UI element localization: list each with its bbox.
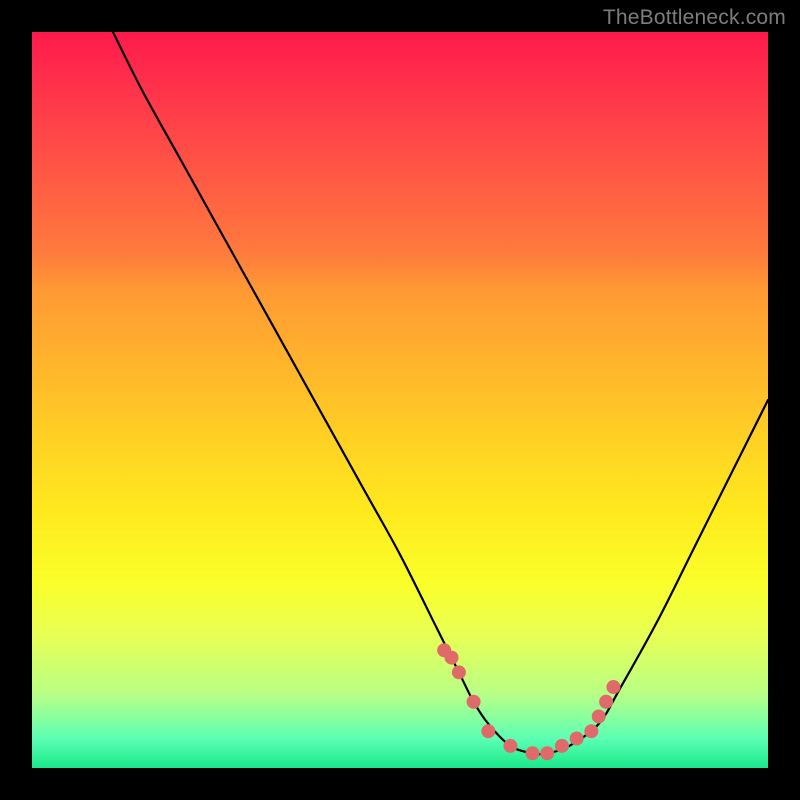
curve-marker	[599, 695, 613, 709]
curve-marker	[481, 724, 495, 738]
curve-marker	[445, 651, 459, 665]
curve-marker	[540, 746, 554, 760]
curve-marker	[606, 680, 620, 694]
curve-marker	[503, 739, 517, 753]
curve-marker	[467, 695, 481, 709]
curve-marker	[570, 732, 584, 746]
curve-marker	[452, 665, 466, 679]
curve-marker	[525, 746, 539, 760]
curve-marker	[592, 709, 606, 723]
watermark-text: TheBottleneck.com	[603, 6, 786, 30]
plot-area	[32, 32, 768, 768]
chart-frame: TheBottleneck.com	[0, 0, 800, 800]
curve-marker	[584, 724, 598, 738]
curve-marker	[555, 739, 569, 753]
curve-markers	[437, 643, 620, 760]
chart-svg	[32, 32, 768, 768]
